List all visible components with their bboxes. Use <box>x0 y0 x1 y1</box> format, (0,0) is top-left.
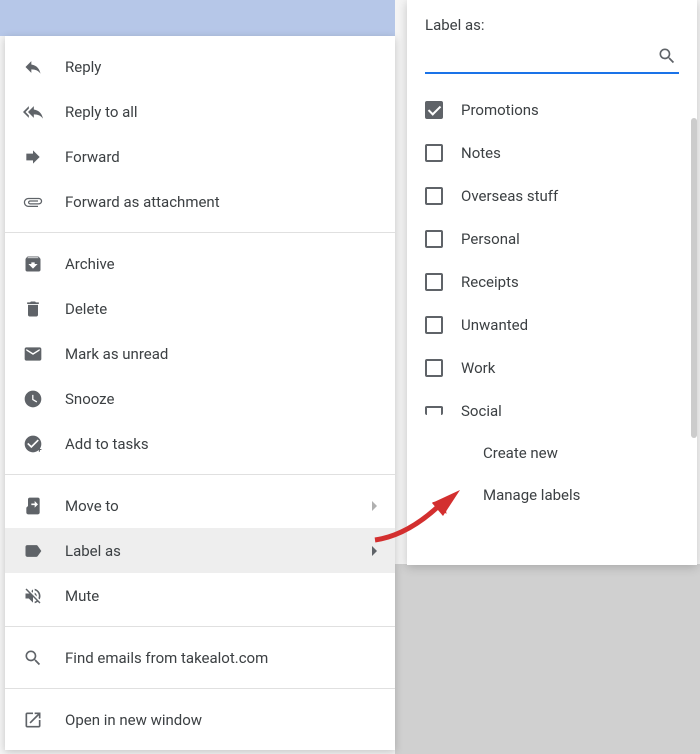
open-new-window-icon <box>23 710 43 730</box>
move-to-icon <box>23 496 43 516</box>
reply-label: Reply <box>65 58 377 76</box>
chevron-right-icon <box>372 546 377 556</box>
move-to-label: Move to <box>65 497 372 515</box>
snooze-label: Snooze <box>65 390 377 408</box>
checkbox-icon[interactable] <box>425 273 443 291</box>
label-text: Social <box>461 402 502 420</box>
checkbox-icon[interactable] <box>425 316 443 334</box>
label-row-unwanted[interactable]: Unwanted <box>425 303 693 346</box>
reply-menu-item[interactable]: Reply <box>5 44 395 89</box>
background-shadow <box>395 564 700 754</box>
find-emails-menu-item[interactable]: Find emails from takealot.com <box>5 635 395 680</box>
divider <box>5 232 395 233</box>
mark-unread-menu-item[interactable]: Mark as unread <box>5 331 395 376</box>
forward-attachment-label: Forward as attachment <box>65 193 377 211</box>
label-text: Receipts <box>461 273 519 291</box>
manage-labels[interactable]: Manage labels <box>425 474 693 516</box>
delete-menu-item[interactable]: Delete <box>5 286 395 331</box>
create-new-text: Create new <box>483 444 558 462</box>
label-row-social[interactable]: Social <box>425 389 693 432</box>
panel-title: Label as: <box>407 0 697 44</box>
reply-all-icon <box>23 102 43 122</box>
snooze-menu-item[interactable]: Snooze <box>5 376 395 421</box>
checkbox-icon[interactable] <box>425 144 443 162</box>
mute-menu-item[interactable]: Mute <box>5 573 395 618</box>
context-menu: Reply Reply to all Forward Forward as at… <box>5 36 395 750</box>
label-row-personal[interactable]: Personal <box>425 217 693 260</box>
create-new-label[interactable]: Create new <box>425 432 693 474</box>
mute-label: Mute <box>65 587 377 605</box>
reply-all-menu-item[interactable]: Reply to all <box>5 89 395 134</box>
archive-label: Archive <box>65 255 377 273</box>
label-text: Personal <box>461 230 520 248</box>
label-as-label: Label as <box>65 542 372 560</box>
checkbox-icon[interactable] <box>425 406 443 415</box>
manage-labels-text: Manage labels <box>483 486 580 504</box>
forward-label: Forward <box>65 148 377 166</box>
open-new-window-menu-item[interactable]: Open in new window <box>5 697 395 742</box>
label-as-menu-item[interactable]: Label as <box>5 528 395 573</box>
checkbox-icon[interactable] <box>425 230 443 248</box>
mark-unread-label: Mark as unread <box>65 345 377 363</box>
label-as-panel: Label as: Promotions Notes Overseas stuf… <box>407 0 697 565</box>
label-search-wrap <box>425 44 679 74</box>
attachment-icon <box>23 192 43 212</box>
delete-icon <box>23 299 43 319</box>
label-row-promotions[interactable]: Promotions <box>425 88 693 131</box>
mute-icon <box>23 586 43 606</box>
label-text: Promotions <box>461 101 539 119</box>
label-list[interactable]: Promotions Notes Overseas stuff Personal… <box>407 88 697 565</box>
background-header <box>0 0 395 36</box>
add-tasks-icon: + <box>23 434 43 454</box>
label-text: Overseas stuff <box>461 187 558 205</box>
archive-icon <box>23 254 43 274</box>
label-text: Work <box>461 359 495 377</box>
scrollbar[interactable] <box>691 118 697 438</box>
forward-menu-item[interactable]: Forward <box>5 134 395 179</box>
label-row-receipts[interactable]: Receipts <box>425 260 693 303</box>
add-tasks-label: Add to tasks <box>65 435 377 453</box>
forward-attachment-menu-item[interactable]: Forward as attachment <box>5 179 395 224</box>
open-new-window-label: Open in new window <box>65 711 377 729</box>
divider <box>5 474 395 475</box>
snooze-icon <box>23 389 43 409</box>
label-row-overseas[interactable]: Overseas stuff <box>425 174 693 217</box>
svg-text:+: + <box>37 445 42 454</box>
search-icon <box>23 648 43 668</box>
label-text: Unwanted <box>461 316 528 334</box>
checkbox-icon[interactable] <box>425 187 443 205</box>
forward-icon <box>23 147 43 167</box>
divider <box>5 688 395 689</box>
label-search-input[interactable] <box>425 44 679 74</box>
search-icon <box>657 46 677 66</box>
checkbox-icon[interactable] <box>425 359 443 377</box>
label-row-notes[interactable]: Notes <box>425 131 693 174</box>
find-emails-label: Find emails from takealot.com <box>65 649 377 667</box>
chevron-right-icon <box>372 501 377 511</box>
checkbox-checked-icon[interactable] <box>425 101 443 119</box>
label-row-work[interactable]: Work <box>425 346 693 389</box>
label-icon <box>23 541 43 561</box>
reply-icon <box>23 57 43 77</box>
move-to-menu-item[interactable]: Move to <box>5 483 395 528</box>
reply-all-label: Reply to all <box>65 103 377 121</box>
delete-label: Delete <box>65 300 377 318</box>
add-tasks-menu-item[interactable]: + Add to tasks <box>5 421 395 466</box>
archive-menu-item[interactable]: Archive <box>5 241 395 286</box>
label-text: Notes <box>461 144 501 162</box>
divider <box>5 626 395 627</box>
mark-unread-icon <box>23 344 43 364</box>
